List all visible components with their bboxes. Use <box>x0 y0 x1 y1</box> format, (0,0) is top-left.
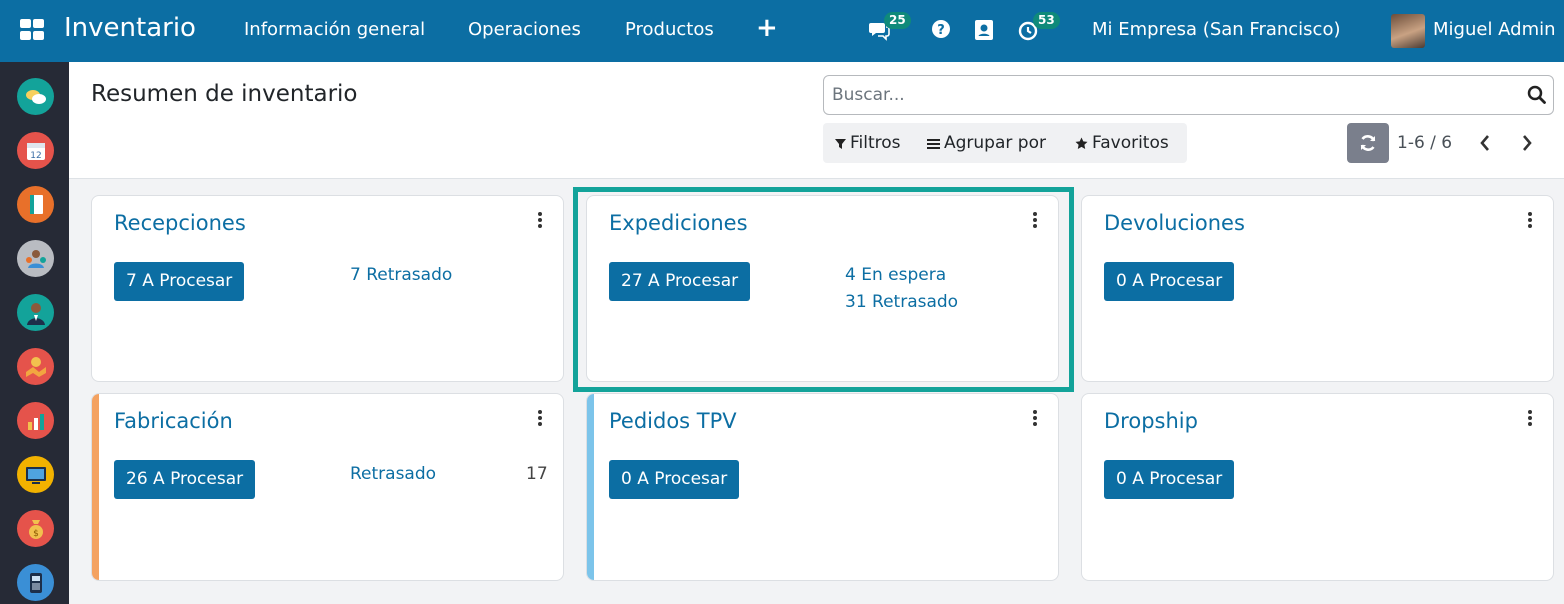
messages-badge: 25 <box>884 12 911 29</box>
calendar-app-icon[interactable]: 12 <box>17 132 54 169</box>
color-stripe <box>587 394 594 580</box>
svg-text:?: ? <box>937 23 945 38</box>
card-devoluciones[interactable]: Devoluciones 0 A Procesar <box>1081 195 1554 382</box>
search-options: Filtros Agrupar por Favoritos <box>823 123 1187 163</box>
card-recepciones[interactable]: Recepciones 7 A Procesar 7 Retrasado <box>91 195 564 382</box>
menu-productos[interactable]: Productos <box>625 19 714 40</box>
kebab-menu-icon[interactable] <box>537 409 543 427</box>
activities-badge: 53 <box>1033 12 1060 29</box>
pager-value[interactable]: 1-6 / 6 <box>1397 133 1452 153</box>
user-avatar[interactable] <box>1391 14 1425 48</box>
kebab-menu-icon[interactable] <box>1527 211 1533 229</box>
search-icon[interactable] <box>1527 85 1547 105</box>
menu-informacion-general[interactable]: Información general <box>244 19 425 40</box>
to-process-button[interactable]: 0 A Procesar <box>1104 262 1235 301</box>
contacts-app-icon[interactable] <box>17 240 54 277</box>
search-input[interactable] <box>832 84 1512 106</box>
card-title[interactable]: Recepciones <box>114 211 246 235</box>
refresh-button[interactable] <box>1347 123 1389 163</box>
activity-clock-icon[interactable]: 53 <box>1017 12 1060 41</box>
plus-icon[interactable]: + <box>756 13 778 43</box>
filter-icon <box>835 138 846 149</box>
chat-icon[interactable]: 25 <box>868 12 911 41</box>
to-process-button[interactable]: 0 A Procesar <box>609 460 740 499</box>
website-app-icon[interactable] <box>17 456 54 493</box>
card-title[interactable]: Dropship <box>1104 409 1198 433</box>
notes-app-icon[interactable] <box>17 186 54 223</box>
pager-next-icon[interactable] <box>1517 131 1537 155</box>
group-by-label: Agrupar por <box>944 133 1046 153</box>
late-link[interactable]: Retrasado <box>350 464 436 484</box>
app-menu-icon[interactable] <box>20 19 45 41</box>
kebab-menu-icon[interactable] <box>537 211 543 229</box>
user-menu[interactable]: Miguel Admin <box>1433 19 1556 40</box>
top-navbar: Inventario Información general Operacion… <box>0 0 1564 62</box>
favorites-button[interactable]: Favoritos <box>1075 133 1169 153</box>
card-dropship[interactable]: Dropship 0 A Procesar <box>1081 393 1554 581</box>
color-stripe <box>92 394 99 580</box>
svg-text:12: 12 <box>30 151 41 161</box>
app-sidebar: 12 $ <box>0 62 69 604</box>
card-title[interactable]: Devoluciones <box>1104 211 1245 235</box>
menu-operaciones[interactable]: Operaciones <box>468 19 581 40</box>
employees-app-icon[interactable] <box>17 294 54 331</box>
list-icon <box>927 138 940 149</box>
favorites-label: Favoritos <box>1092 133 1169 153</box>
card-pedidos-tpv[interactable]: Pedidos TPV 0 A Procesar <box>586 393 1059 581</box>
to-process-button[interactable]: 0 A Procesar <box>1104 460 1235 499</box>
control-panel: Resumen de inventario Filtros Agrupar po… <box>69 62 1564 179</box>
app-name[interactable]: Inventario <box>64 13 196 43</box>
star-icon <box>1075 137 1088 149</box>
late-link[interactable]: 7 Retrasado <box>350 265 452 285</box>
card-title[interactable]: Fabricación <box>114 409 233 433</box>
kebab-menu-icon[interactable] <box>1032 409 1038 427</box>
page-title: Resumen de inventario <box>91 81 358 107</box>
filters-label: Filtros <box>850 133 901 153</box>
to-process-button[interactable]: 7 A Procesar <box>114 262 245 301</box>
invoicing-app-icon[interactable]: $ <box>17 510 54 547</box>
search-box <box>823 75 1554 115</box>
sales-app-icon[interactable] <box>17 402 54 439</box>
filters-button[interactable]: Filtros <box>835 133 901 153</box>
card-fabricacion[interactable]: Fabricación 26 A Procesar Retrasado 17 <box>91 393 564 581</box>
late-count: 17 <box>526 464 548 484</box>
crm-app-icon[interactable] <box>17 348 54 385</box>
pos-app-icon[interactable] <box>17 564 54 601</box>
card-title[interactable]: Pedidos TPV <box>609 409 737 433</box>
kebab-menu-icon[interactable] <box>1527 409 1533 427</box>
contacts-icon[interactable] <box>974 19 996 41</box>
help-icon[interactable]: ? <box>931 19 953 41</box>
pager-previous-icon[interactable] <box>1475 131 1495 155</box>
svg-text:$: $ <box>33 529 39 539</box>
group-by-button[interactable]: Agrupar por <box>927 133 1046 153</box>
highlight-frame <box>573 187 1074 392</box>
refresh-icon <box>1360 135 1376 151</box>
discuss-app-icon[interactable] <box>17 78 54 115</box>
to-process-button[interactable]: 26 A Procesar <box>114 460 256 499</box>
company-switcher[interactable]: Mi Empresa (San Francisco) <box>1092 19 1341 40</box>
